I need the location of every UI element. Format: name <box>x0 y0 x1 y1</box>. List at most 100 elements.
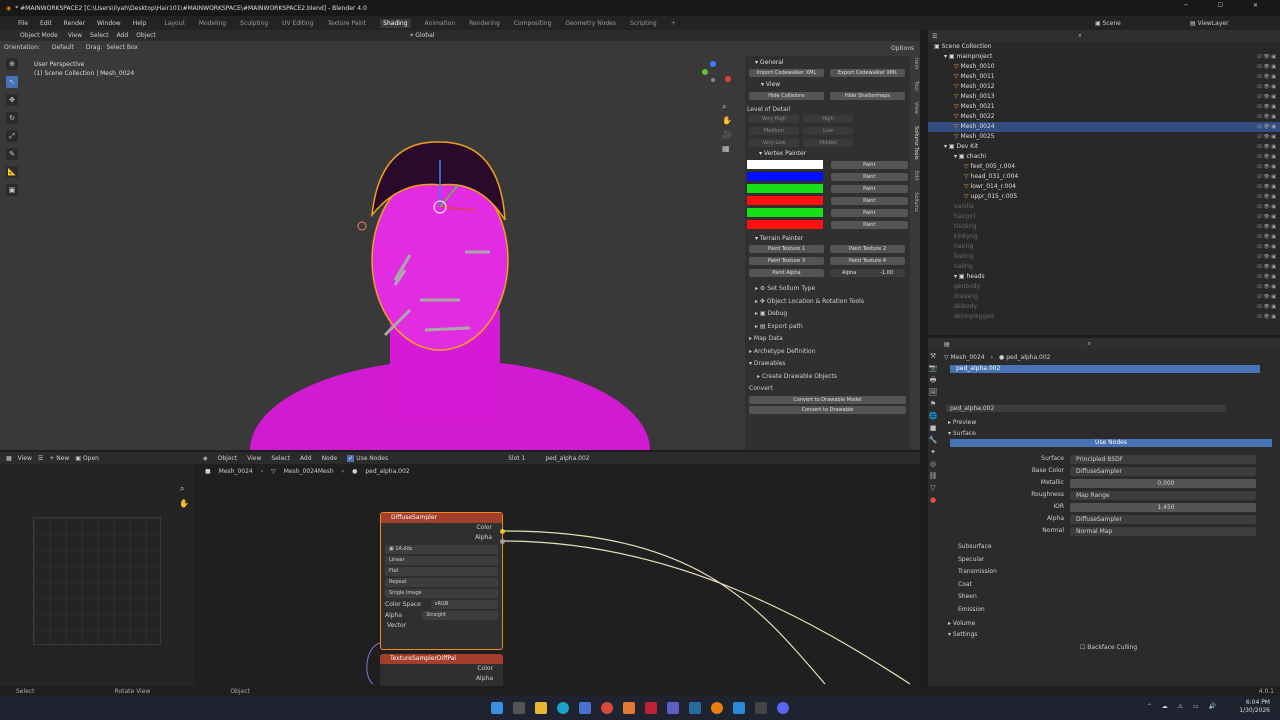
search-taskbar-icon[interactable] <box>513 702 525 714</box>
grid-view-icon[interactable]: ▦ <box>722 142 732 156</box>
backface-culling-checkbox[interactable]: ☐ Backface Culling <box>928 638 1280 651</box>
alpha-socket[interactable] <box>500 539 505 544</box>
menu-icon[interactable]: ☰ <box>38 455 43 462</box>
rotate-tool-icon[interactable]: ↻ <box>6 112 18 124</box>
outliner-item[interactable]: ▾ ▣ mainproject ☑ 👁 ▣ <box>928 52 1280 62</box>
outliner-item[interactable]: skibody ☑ 👁 ▣ <box>928 302 1280 312</box>
tab-rendering[interactable]: Rendering <box>469 20 500 27</box>
diffuse-sampler-node[interactable]: DiffuseSampler Color Alpha ▣ 1A.dds Line… <box>380 512 503 650</box>
lod-medium-button[interactable]: Medium <box>749 127 799 135</box>
tab-uv-editing[interactable]: UV Editing <box>282 20 313 27</box>
paint-button[interactable]: Paint <box>830 172 908 181</box>
visibility-icon[interactable]: ☑ 👁 ▣ <box>1257 262 1276 272</box>
surface-header[interactable]: ▾ Surface <box>928 426 1280 437</box>
surface-subsection[interactable]: Coat <box>958 579 1280 592</box>
outliner-item[interactable]: hairgirl ☑ 👁 ▣ <box>928 212 1280 222</box>
physics-tab-icon[interactable]: ◎ <box>928 458 938 470</box>
surface-row-value[interactable]: Map Range <box>1070 490 1256 500</box>
modifier-tab-icon[interactable]: 🔧 <box>928 434 938 446</box>
surface-subsection[interactable]: Sheen <box>958 591 1280 604</box>
texture-sampler-node[interactable]: TextureSamplerDiffPal Color Alpha <box>380 654 503 687</box>
image-editor[interactable]: ▦ View ☰ + New ▣ Open ⌕ ✋ <box>0 452 195 687</box>
surface-subsection[interactable]: Specular <box>958 554 1280 567</box>
measure-tool-icon[interactable]: 📐 <box>6 166 18 178</box>
orientation-dropdown[interactable]: Default <box>52 44 74 51</box>
outliner-item[interactable]: ▽ Mesh_0025 ☑ 👁 ▣ <box>928 132 1280 142</box>
tab-animation[interactable]: Animation <box>425 20 456 27</box>
annotate-tool-icon[interactable]: ✎ <box>6 148 18 160</box>
lod-low-button[interactable]: Low <box>803 127 853 135</box>
pan-icon[interactable]: ✋ <box>722 114 732 128</box>
paint-color-swatch[interactable] <box>747 196 823 205</box>
output-tab-icon[interactable]: 🖶 <box>928 374 938 386</box>
visibility-icon[interactable]: ☑ 👁 ▣ <box>1257 102 1276 112</box>
outliner-item[interactable]: ▽ Mesh_0022 ☑ 👁 ▣ <box>928 112 1280 122</box>
menu-edit[interactable]: Edit <box>40 20 52 27</box>
data-tab-icon[interactable]: ▽ <box>928 482 938 494</box>
tab-compositing[interactable]: Compositing <box>514 20 552 27</box>
view-header[interactable]: ▾ View <box>745 77 910 92</box>
paint-color-swatch[interactable] <box>747 172 823 181</box>
paint-texture-4-button[interactable]: Paint Texture 4 <box>830 257 905 265</box>
projection-dropdown[interactable]: Flat <box>385 567 498 576</box>
extension-dropdown[interactable]: Repeat <box>385 578 498 587</box>
zoom-icon[interactable]: ⌕ <box>722 100 732 114</box>
alpha-mode-dropdown[interactable]: Straight <box>422 611 498 620</box>
view-layer-tab-icon[interactable]: 🖼 <box>928 386 938 398</box>
visibility-icon[interactable]: ☑ 👁 ▣ <box>1257 142 1276 152</box>
viewlayer-selector[interactable]: ▤ ViewLayer <box>1190 20 1241 27</box>
tab-edit[interactable]: Edit <box>913 171 919 181</box>
visibility-icon[interactable]: ☑ 👁 ▣ <box>1257 132 1276 142</box>
paint-color-swatch[interactable] <box>747 220 823 229</box>
menu-window[interactable]: Window <box>97 20 121 27</box>
search-icon[interactable]: ⌕ <box>1078 32 1081 40</box>
visibility-icon[interactable]: ☑ 👁 ▣ <box>1257 162 1276 172</box>
convert-drawable-model-button[interactable]: Convert to Drawable Model <box>749 396 906 404</box>
visibility-icon[interactable]: ☑ 👁 ▣ <box>1257 112 1276 122</box>
visibility-icon[interactable]: ☑ 👁 ▣ <box>1257 292 1276 302</box>
image-datablock[interactable]: ▣ 1A.dds <box>385 545 498 554</box>
tab-modeling[interactable]: Modeling <box>199 20 226 27</box>
outliner-item[interactable]: ▽ Mesh_0021 ☑ 👁 ▣ <box>928 102 1280 112</box>
volume-header[interactable]: ▸ Volume <box>928 616 1280 627</box>
select-tool-icon[interactable]: ↖ <box>6 76 18 88</box>
discord-icon[interactable] <box>777 702 789 714</box>
visibility-icon[interactable]: ☑ 👁 ▣ <box>1257 302 1276 312</box>
paint-color-swatch[interactable] <box>747 208 823 217</box>
export-xml-button[interactable]: Export Codewalker XML <box>830 69 905 77</box>
visibility-icon[interactable]: ☑ 👁 ▣ <box>1257 202 1276 212</box>
outliner-item[interactable]: genbody ☑ 👁 ▣ <box>928 282 1280 292</box>
blender-taskbar-icon[interactable] <box>711 702 723 714</box>
move-tool-icon[interactable]: ✥ <box>6 94 18 106</box>
section-debug[interactable]: ▸ ▣ Debug <box>745 308 910 321</box>
tab-geometry-nodes[interactable]: Geometry Nodes <box>565 20 616 27</box>
visibility-icon[interactable]: ☑ 👁 ▣ <box>1257 62 1276 72</box>
outliner-item[interactable]: ▾ ▣ chachi ☑ 👁 ▣ <box>928 152 1280 162</box>
visibility-icon[interactable]: ☑ 👁 ▣ <box>1257 82 1276 92</box>
menu-render[interactable]: Render <box>64 20 85 27</box>
surface-subsection[interactable]: Emission <box>958 604 1280 617</box>
visibility-icon[interactable]: ☑ 👁 ▣ <box>1257 242 1276 252</box>
add-workspace-button[interactable]: + <box>671 20 676 27</box>
paint-button[interactable]: Paint <box>830 208 908 217</box>
surface-row-value[interactable]: Principled BSDF <box>1070 454 1256 464</box>
visibility-icon[interactable]: ☑ 👁 ▣ <box>1257 72 1276 82</box>
outliner-item[interactable]: ▾ ▣ heads ☑ 👁 ▣ <box>928 272 1280 282</box>
outliner-item[interactable]: ▽ uppr_015_r.005 ☑ 👁 ▣ <box>928 192 1280 202</box>
outliner-item[interactable]: ▽ Mesh_0012 ☑ 👁 ▣ <box>928 82 1280 92</box>
color-space-dropdown[interactable]: sRGB <box>430 600 498 609</box>
color-socket[interactable] <box>500 529 505 534</box>
paint-button[interactable]: Paint <box>830 184 908 193</box>
surface-row-value[interactable]: 0.000 <box>1070 478 1256 488</box>
use-nodes-button[interactable]: Use Nodes <box>950 439 1272 447</box>
viewport-view-menu[interactable]: View <box>68 32 82 39</box>
scene-collection-row[interactable]: ▣ Scene Collection <box>928 42 1280 52</box>
paint-color-swatch[interactable] <box>747 184 823 193</box>
paint-texture-3-button[interactable]: Paint Texture 3 <box>749 257 824 265</box>
section-archetype[interactable]: ▸ Archetype Definition <box>745 346 910 359</box>
paint-color-swatch[interactable] <box>747 160 823 169</box>
visibility-icon[interactable]: ☑ 👁 ▣ <box>1257 282 1276 292</box>
teams-icon[interactable] <box>667 702 679 714</box>
outliner-item[interactable]: ▽ feet_005_r.004 ☑ 👁 ▣ <box>928 162 1280 172</box>
object-tab-icon[interactable]: ■ <box>928 422 938 434</box>
